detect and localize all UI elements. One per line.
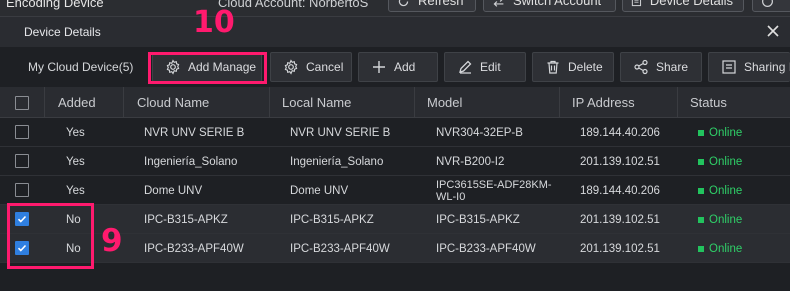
status-text: Online <box>709 242 743 255</box>
refresh-button[interactable]: Refresh <box>388 0 476 12</box>
cell-local-name: NVR UNV SERIE B <box>290 126 391 139</box>
status-text: Online <box>709 184 743 197</box>
dialog-title: Device Details <box>24 25 101 39</box>
toolbar: My Cloud Device(5) Add Manage Cancel Add… <box>0 49 790 85</box>
column-divider <box>559 87 560 118</box>
table-row[interactable]: Yes Dome UNV Dome UNV IPC3615SE-ADF28KM-… <box>0 176 790 205</box>
cancel-button[interactable]: Cancel <box>270 52 352 82</box>
column-header-model[interactable]: Model <box>427 87 462 118</box>
cell-ip-address: 201.139.102.51 <box>580 242 660 255</box>
cell-status: Online <box>698 176 742 205</box>
annotation-box-select-rows <box>7 203 94 269</box>
column-header-added[interactable]: Added <box>58 87 96 118</box>
device-details-button[interactable]: Device Details <box>622 0 744 12</box>
share-button[interactable]: Share <box>620 52 702 82</box>
cell-cloud-name: Ingeniería_Solano <box>144 155 238 168</box>
add-label: Add <box>394 60 416 74</box>
edit-label: Edit <box>480 60 501 74</box>
row-checkbox[interactable] <box>15 125 29 139</box>
cell-ip-address: 201.139.102.51 <box>580 155 660 168</box>
online-status-dot <box>698 216 704 223</box>
cell-local-name: Ingeniería_Solano <box>290 155 384 168</box>
cell-status: Online <box>698 205 742 234</box>
online-status-dot <box>698 158 704 165</box>
add-button[interactable]: Add <box>358 52 438 82</box>
column-divider <box>123 87 124 118</box>
cell-cloud-name: IPC-B233-APF40W <box>144 242 244 255</box>
cell-added: Yes <box>66 126 85 139</box>
select-all-checkbox[interactable] <box>15 96 29 110</box>
cell-cloud-name: IPC-B315-APKZ <box>144 213 228 226</box>
online-status-dot <box>698 187 704 194</box>
column-header-local-name[interactable]: Local Name <box>282 87 351 118</box>
cell-status: Online <box>698 118 742 147</box>
parent-title: Encoding Device <box>6 0 104 10</box>
cell-status: Online <box>698 234 742 263</box>
column-header-ip-address[interactable]: IP Address <box>572 87 635 118</box>
table-row[interactable]: Yes NVR UNV SERIE B NVR UNV SERIE B NVR3… <box>0 118 790 147</box>
status-text: Online <box>709 126 743 139</box>
cancel-gear-icon <box>284 59 298 75</box>
column-divider <box>677 87 678 118</box>
online-status-dot <box>698 245 704 252</box>
annotation-number-9: 9 <box>101 223 123 259</box>
cell-added: Yes <box>66 155 85 168</box>
cell-model: NVR304-32EP-B <box>436 126 523 139</box>
table-header: Added Cloud Name Local Name Model IP Add… <box>0 87 790 118</box>
status-text: Online <box>709 155 743 168</box>
parent-extra-button[interactable] <box>752 0 790 12</box>
cell-ip-address: 201.139.102.51 <box>580 213 660 226</box>
cell-model: IPC3615SE-ADF28KM-WL-I0 <box>436 178 552 203</box>
share-label: Share <box>656 60 689 74</box>
sharing-info-button[interactable]: Sharing I <box>708 52 790 82</box>
table-row[interactable]: Yes Ingeniería_Solano Ingeniería_Solano … <box>0 147 790 176</box>
cell-model: NVR-B200-I2 <box>436 155 505 168</box>
cell-local-name: IPC-B315-APKZ <box>290 213 374 226</box>
delete-label: Delete <box>568 60 603 74</box>
trash-icon <box>547 60 559 74</box>
column-header-status[interactable]: Status <box>690 87 727 118</box>
details-icon <box>631 0 642 7</box>
cloud-account-label: Cloud Account: NorbertoS <box>218 0 369 10</box>
plus-icon <box>373 61 385 73</box>
close-icon[interactable] <box>765 23 781 39</box>
delete-button[interactable]: Delete <box>532 52 614 82</box>
cell-status: Online <box>698 147 742 176</box>
status-text: Online <box>709 213 743 226</box>
device-details-label: Device Details <box>649 0 733 8</box>
row-checkbox[interactable] <box>15 154 29 168</box>
switch-account-button[interactable]: Switch Account <box>483 0 616 12</box>
cell-added: Yes <box>66 184 85 197</box>
sharing-label: Sharing I <box>744 60 790 74</box>
dialog-titlebar: Device Details <box>0 17 790 47</box>
online-status-dot <box>698 129 704 136</box>
pencil-icon <box>459 60 472 74</box>
cell-local-name: IPC-B233-APF40W <box>290 242 390 255</box>
cell-ip-address: 189.144.40.206 <box>580 184 660 197</box>
edit-button[interactable]: Edit <box>444 52 526 82</box>
column-divider <box>44 87 45 118</box>
clock-icon <box>762 0 773 7</box>
annotation-number-10: 10 <box>193 5 235 40</box>
cell-local-name: Dome UNV <box>290 184 349 197</box>
cell-ip-address: 189.144.40.206 <box>580 126 660 139</box>
sharing-icon <box>722 60 736 74</box>
switch-icon <box>493 0 504 7</box>
cell-model: IPC-B315-APKZ <box>436 213 520 226</box>
column-divider <box>414 87 415 118</box>
switch-account-label: Switch Account <box>513 0 602 8</box>
column-divider <box>269 87 270 118</box>
share-icon <box>634 59 648 75</box>
refresh-icon <box>398 0 409 7</box>
cancel-label: Cancel <box>306 60 344 74</box>
cell-cloud-name: Dome UNV <box>144 184 203 197</box>
column-header-cloud-name[interactable]: Cloud Name <box>137 87 209 118</box>
cell-model: IPC-B233-APF40W <box>436 242 536 255</box>
refresh-label: Refresh <box>418 0 464 8</box>
parent-window-strip: Encoding Device Cloud Account: NorbertoS… <box>0 0 790 16</box>
cell-cloud-name: NVR UNV SERIE B <box>144 126 245 139</box>
annotation-box-add-manage <box>148 52 267 84</box>
cloud-device-count: My Cloud Device(5) <box>28 60 134 74</box>
row-checkbox[interactable] <box>15 183 29 197</box>
